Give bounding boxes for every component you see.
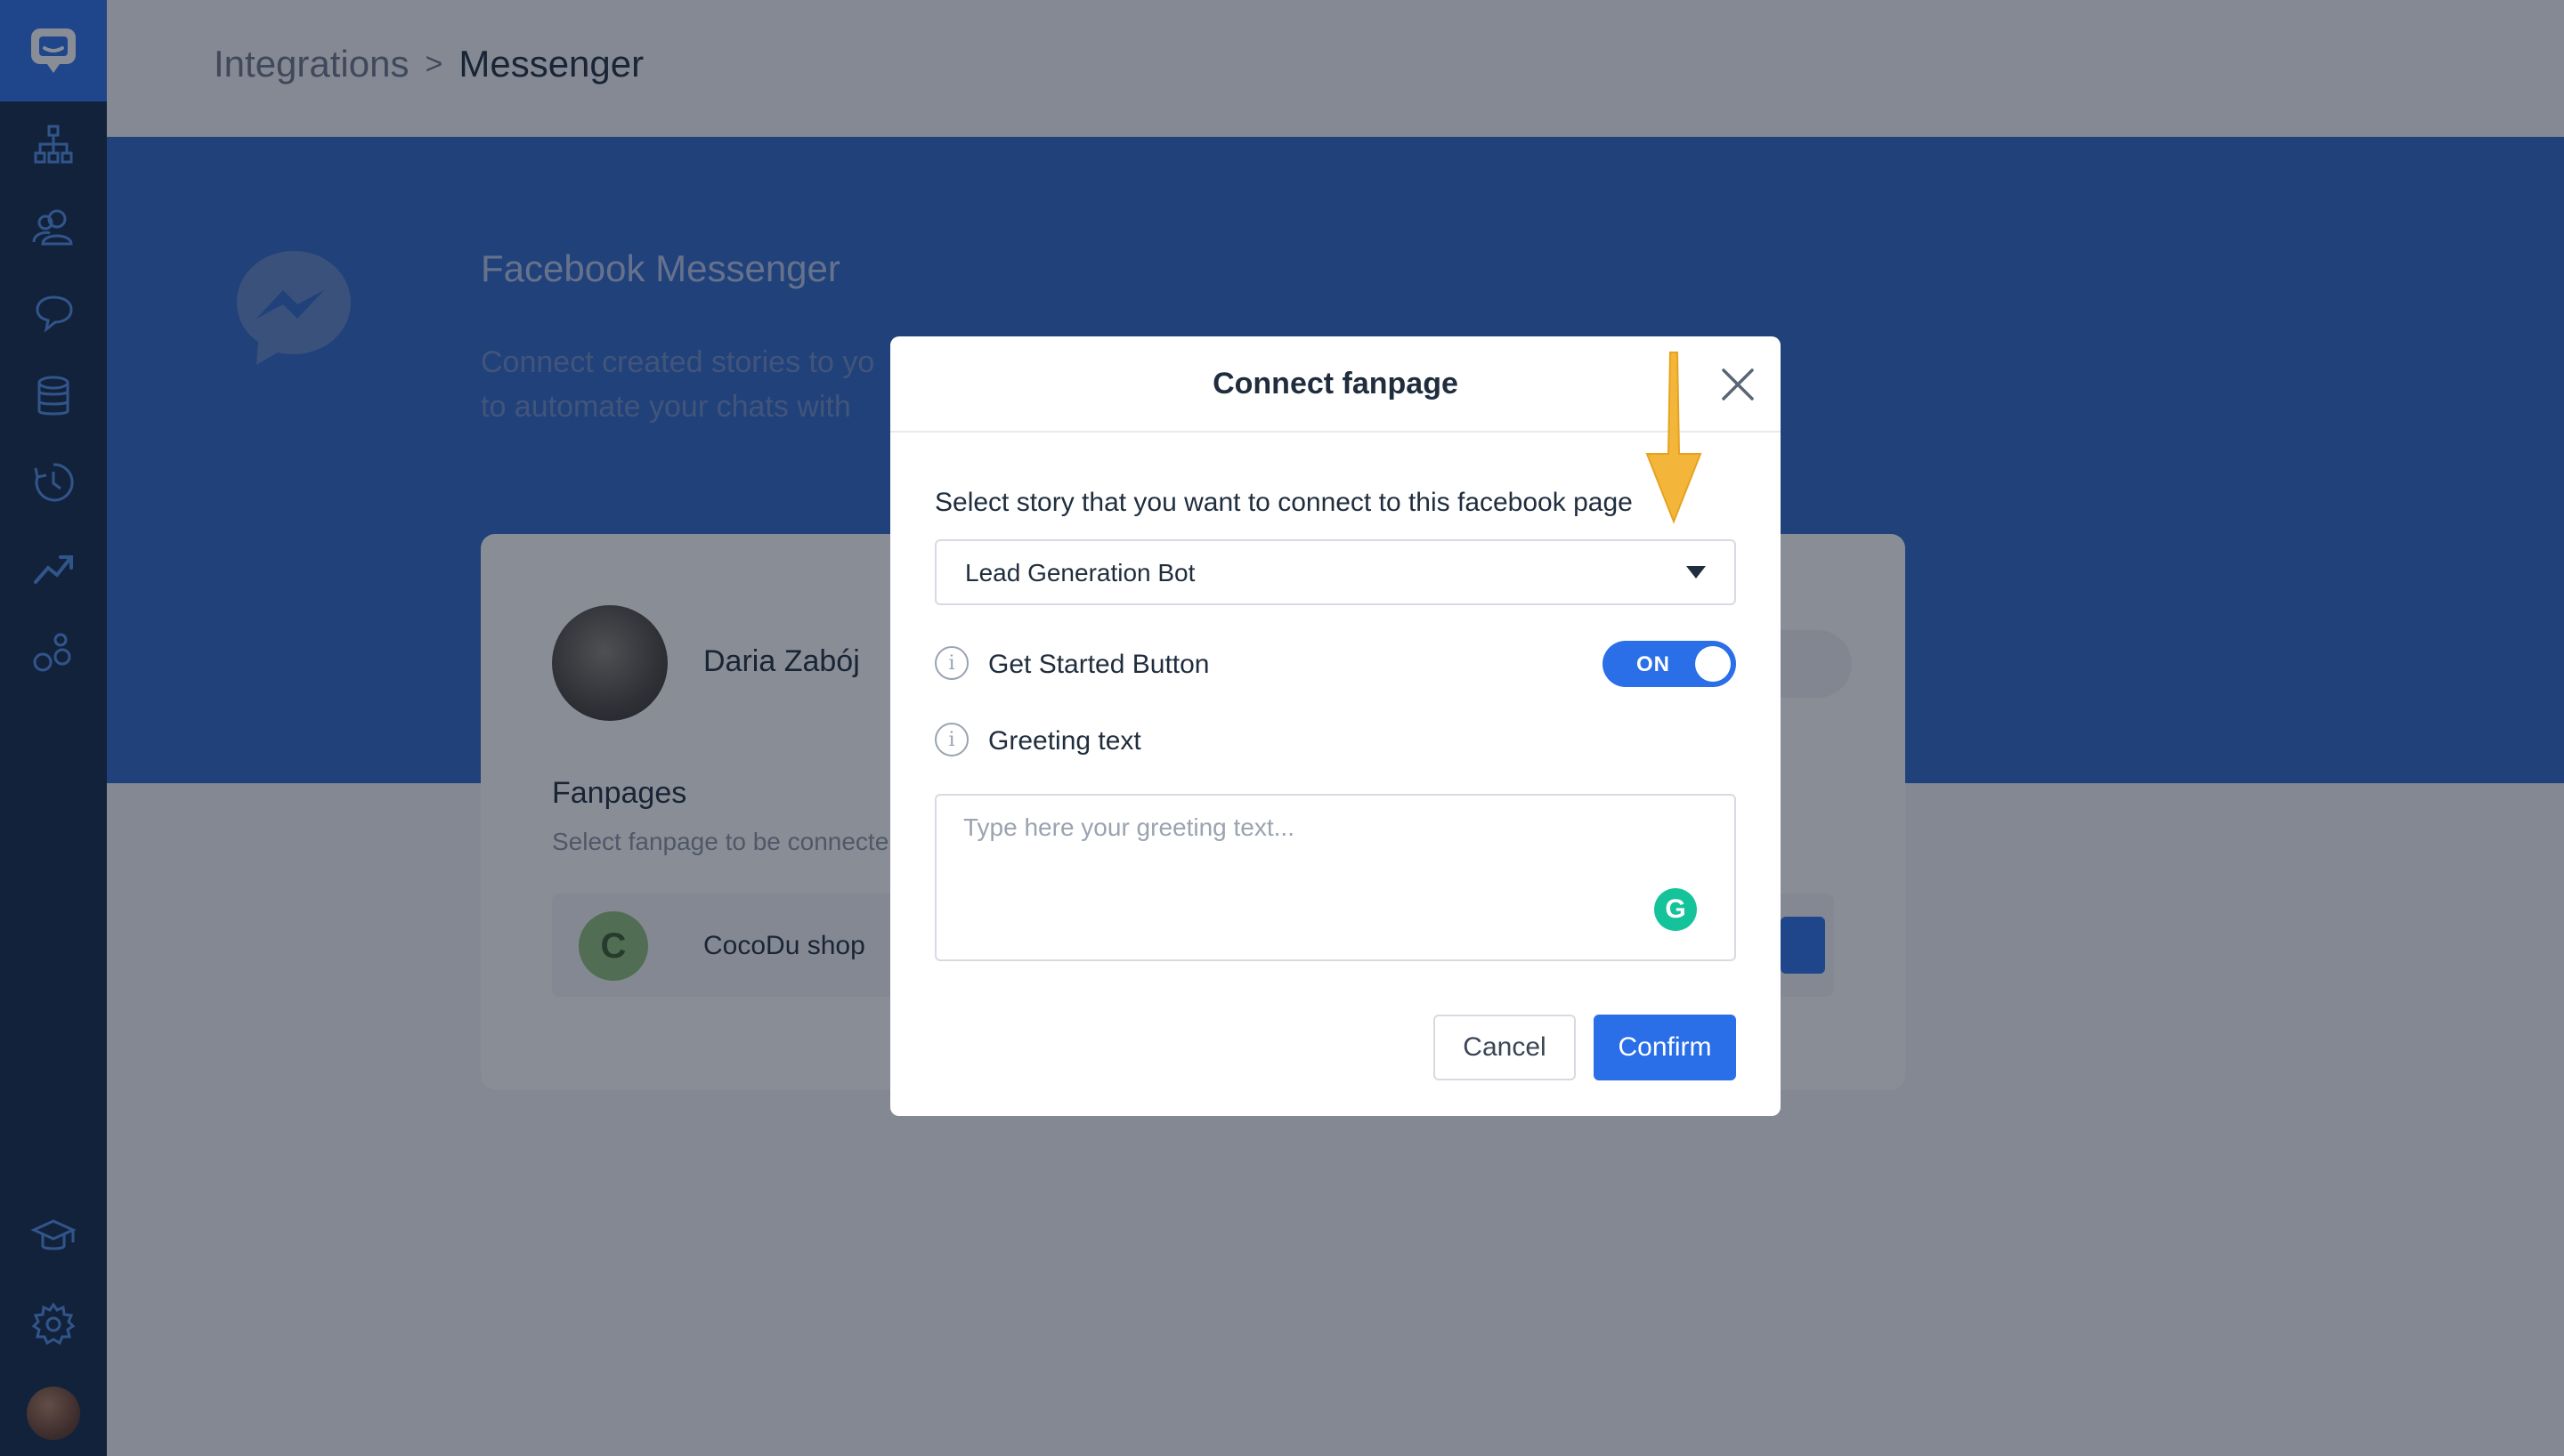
greeting-textarea[interactable] — [963, 813, 1640, 938]
toggle-knob — [1695, 646, 1731, 682]
arrow-down-icon — [1645, 352, 1702, 524]
close-icon[interactable] — [1718, 365, 1757, 404]
get-started-label: Get Started Button — [988, 650, 1210, 679]
story-select[interactable]: Lead Generation Bot — [935, 539, 1736, 605]
story-select-value: Lead Generation Bot — [965, 559, 1196, 586]
greeting-label: Greeting text — [988, 726, 1141, 756]
toggle-state-text: ON — [1636, 652, 1670, 676]
grammarly-icon[interactable]: G — [1654, 888, 1697, 931]
greeting-textarea-wrapper: G — [935, 794, 1736, 961]
cancel-button[interactable]: Cancel — [1433, 1015, 1576, 1080]
info-icon[interactable]: i — [935, 723, 969, 756]
story-select-label: Select story that you want to connect to… — [935, 488, 1633, 517]
info-icon[interactable]: i — [935, 646, 969, 680]
chevron-down-icon — [1686, 566, 1706, 578]
get-started-toggle[interactable]: ON — [1602, 641, 1736, 687]
confirm-button[interactable]: Confirm — [1594, 1015, 1736, 1080]
